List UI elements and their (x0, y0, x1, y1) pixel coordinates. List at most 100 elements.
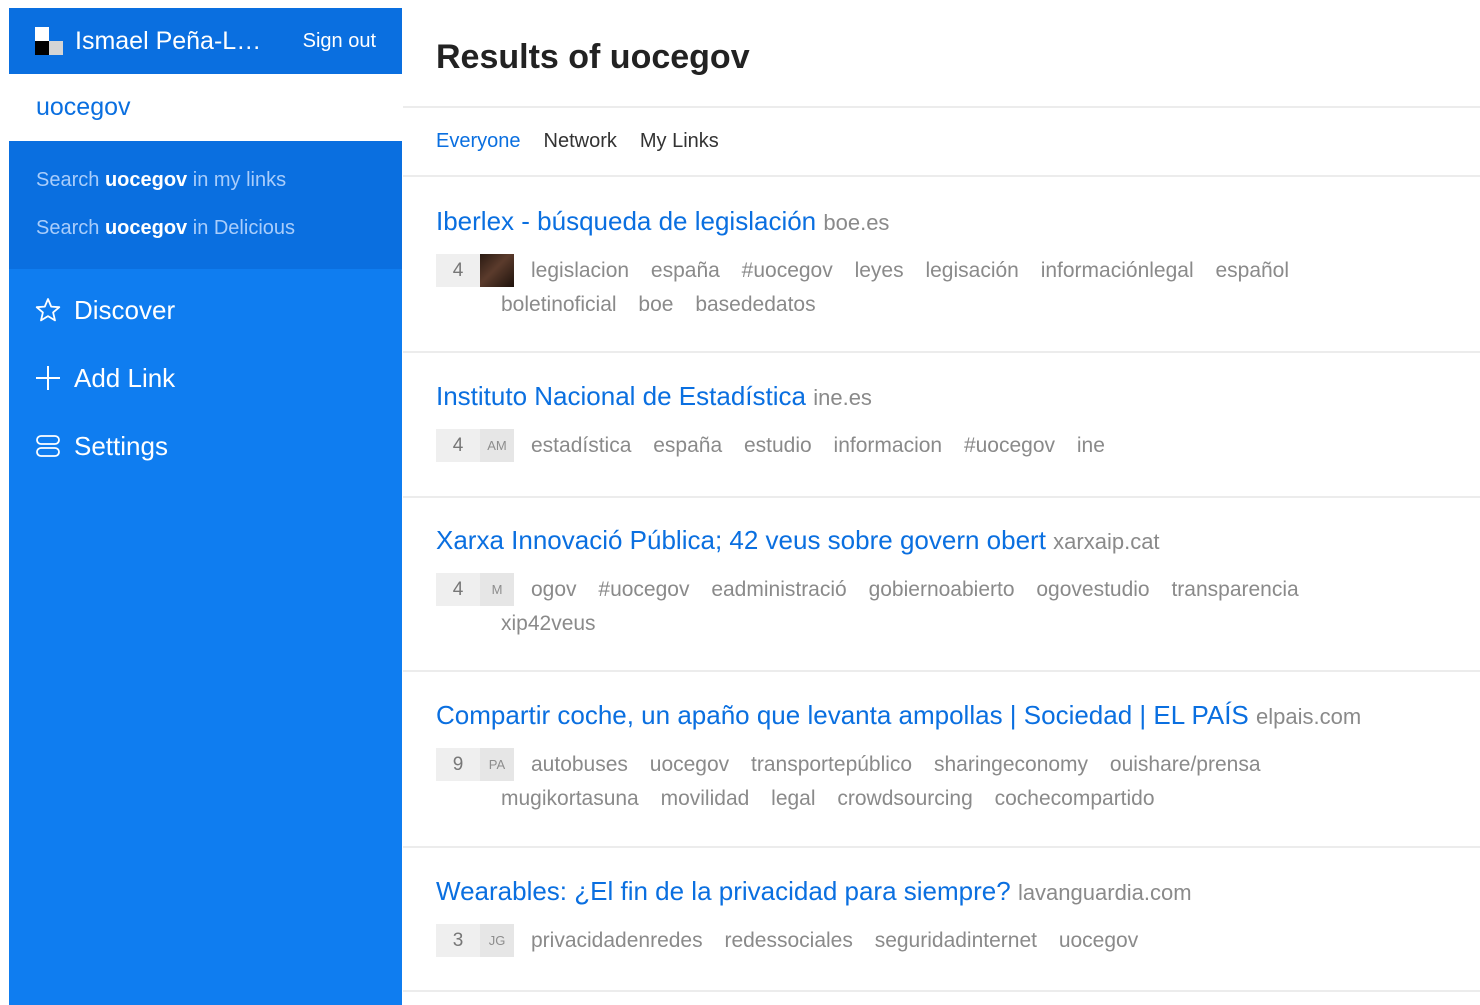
tab-network[interactable]: Network (544, 130, 617, 153)
avatar[interactable]: AM (480, 429, 514, 462)
save-count[interactable]: 4 M (436, 573, 514, 606)
tag-list: ogov #uocegov eadministració gobiernoabi… (501, 573, 1456, 607)
result-domain[interactable]: ine.es (813, 385, 872, 410)
main-content: Results of uocegov Everyone Network My L… (403, 0, 1480, 1005)
avatar[interactable]: JG (480, 924, 514, 957)
tag[interactable]: eadministració (711, 578, 846, 601)
tag[interactable]: #uocegov (964, 434, 1055, 457)
tag[interactable]: ogovestudio (1036, 578, 1149, 601)
tag[interactable]: informacion (834, 434, 943, 457)
tag[interactable]: crowdsourcing (837, 787, 972, 810)
result-item: Compartir coche, un apaño que levanta am… (436, 700, 1456, 816)
tag-list-continued: xip42veus (471, 607, 1456, 641)
tag[interactable]: ouishare/prensa (1110, 753, 1261, 776)
suggestion-prefix: Search (36, 217, 105, 239)
filter-tabs: Everyone Network My Links (436, 130, 742, 153)
search-input[interactable] (36, 93, 376, 122)
avatar[interactable]: PA (480, 748, 514, 781)
tag[interactable]: privacidadenredes (531, 929, 703, 952)
tag-list-continued: mugikortasuna movilidad legal crowdsourc… (471, 782, 1456, 816)
suggestion-suffix: in Delicious (187, 217, 296, 239)
tag[interactable]: leyes (855, 259, 904, 282)
suggestion-search-delicious[interactable]: Search uocegov in Delicious (9, 217, 402, 265)
tag[interactable]: redessociales (724, 929, 852, 952)
tag[interactable]: cochecompartido (995, 787, 1155, 810)
result-title-link[interactable]: Xarxa Innovació Pública; 42 veus sobre g… (436, 525, 1046, 555)
page-title: Results of uocegov (436, 38, 750, 76)
tag[interactable]: estadística (531, 434, 631, 457)
save-count[interactable]: 4 (436, 254, 514, 287)
divider (403, 106, 1480, 108)
user-name[interactable]: Ismael Peña-López (75, 27, 271, 56)
nav-item-settings[interactable]: Settings (9, 412, 402, 480)
tag[interactable]: transportepúblico (751, 753, 912, 776)
save-count[interactable]: 4 AM (436, 429, 514, 462)
tab-everyone[interactable]: Everyone (436, 130, 521, 153)
tag[interactable]: uocegov (1059, 929, 1138, 952)
nav-item-discover[interactable]: Discover (9, 276, 402, 344)
result-item: Wearables: ¿El fin de la privacidad para… (436, 876, 1456, 958)
nav-item-label: Settings (74, 430, 168, 461)
result-domain[interactable]: boe.es (823, 210, 889, 235)
user-bar: Ismael Peña-López Sign out (9, 8, 402, 74)
divider (403, 496, 1480, 498)
tag[interactable]: estudio (744, 434, 812, 457)
tag[interactable]: ine (1077, 434, 1105, 457)
suggestion-term: uocegov (104, 217, 188, 239)
divider (403, 846, 1480, 848)
avatar[interactable]: M (480, 573, 514, 606)
tag[interactable]: #uocegov (598, 578, 689, 601)
divider (403, 175, 1480, 177)
tag[interactable]: uocegov (650, 753, 729, 776)
result-item: Xarxa Innovació Pública; 42 veus sobre g… (436, 525, 1456, 641)
result-title-link[interactable]: Instituto Nacional de Estadística (436, 381, 806, 411)
tag[interactable]: #uocegov (742, 259, 833, 282)
tag[interactable]: español (1215, 259, 1289, 282)
tab-my-links[interactable]: My Links (640, 130, 719, 153)
tag[interactable]: legal (771, 787, 815, 810)
tag[interactable]: basededatos (695, 293, 815, 316)
save-count[interactable]: 3 JG (436, 924, 514, 957)
result-domain[interactable]: elpais.com (1256, 704, 1361, 729)
tag[interactable]: españa (651, 259, 720, 282)
search-suggestions: Search uocegov in my links Search uocego… (9, 141, 402, 269)
avatar[interactable] (480, 254, 514, 287)
result-domain[interactable]: xarxaip.cat (1053, 529, 1159, 554)
tag[interactable]: sharingeconomy (934, 753, 1088, 776)
tag[interactable]: boe (638, 293, 673, 316)
save-count-number: 4 (436, 254, 480, 287)
tag[interactable]: ogov (531, 578, 577, 601)
result-title-link[interactable]: Wearables: ¿El fin de la privacidad para… (436, 876, 1011, 906)
tag[interactable]: autobuses (531, 753, 628, 776)
nav-item-add-link[interactable]: Add Link (9, 344, 402, 412)
tag-list: autobuses uocegov transportepúblico shar… (501, 748, 1456, 782)
tag[interactable]: gobiernoabierto (869, 578, 1015, 601)
tag[interactable]: transparencia (1171, 578, 1298, 601)
tag[interactable]: legisación (925, 259, 1018, 282)
nav-item-label: Add Link (74, 362, 176, 393)
tag-list-continued: boletinoficial boe basededatos (471, 288, 1456, 322)
tag[interactable]: mugikortasuna (501, 787, 639, 810)
result-item: Iberlex - búsqueda de legislación boe.es… (436, 206, 1456, 322)
save-count[interactable]: 9 PA (436, 748, 514, 781)
tag-list: legislacion españa #uocegov leyes legisa… (501, 254, 1456, 288)
settings-icon (36, 435, 60, 457)
result-title-link[interactable]: Compartir coche, un apaño que levanta am… (436, 700, 1249, 730)
tag[interactable]: españa (653, 434, 722, 457)
delicious-logo-icon[interactable] (35, 27, 63, 55)
tag[interactable]: xip42veus (501, 612, 596, 635)
search-box (9, 74, 402, 141)
star-icon (35, 298, 61, 322)
tag[interactable]: boletinoficial (501, 293, 617, 316)
result-domain[interactable]: lavanguardia.com (1018, 880, 1192, 905)
tag[interactable]: movilidad (661, 787, 750, 810)
tag[interactable]: informaciónlegal (1041, 259, 1194, 282)
save-count-number: 3 (436, 924, 480, 957)
tag[interactable]: legislacion (531, 259, 629, 282)
result-title-link[interactable]: Iberlex - búsqueda de legislación (436, 206, 816, 236)
divider (403, 351, 1480, 353)
suggestion-search-my-links[interactable]: Search uocegov in my links (9, 169, 402, 217)
tag-list: estadística españa estudio informacion #… (501, 429, 1456, 463)
tag[interactable]: seguridadinternet (875, 929, 1037, 952)
sign-out-link[interactable]: Sign out (303, 30, 376, 53)
